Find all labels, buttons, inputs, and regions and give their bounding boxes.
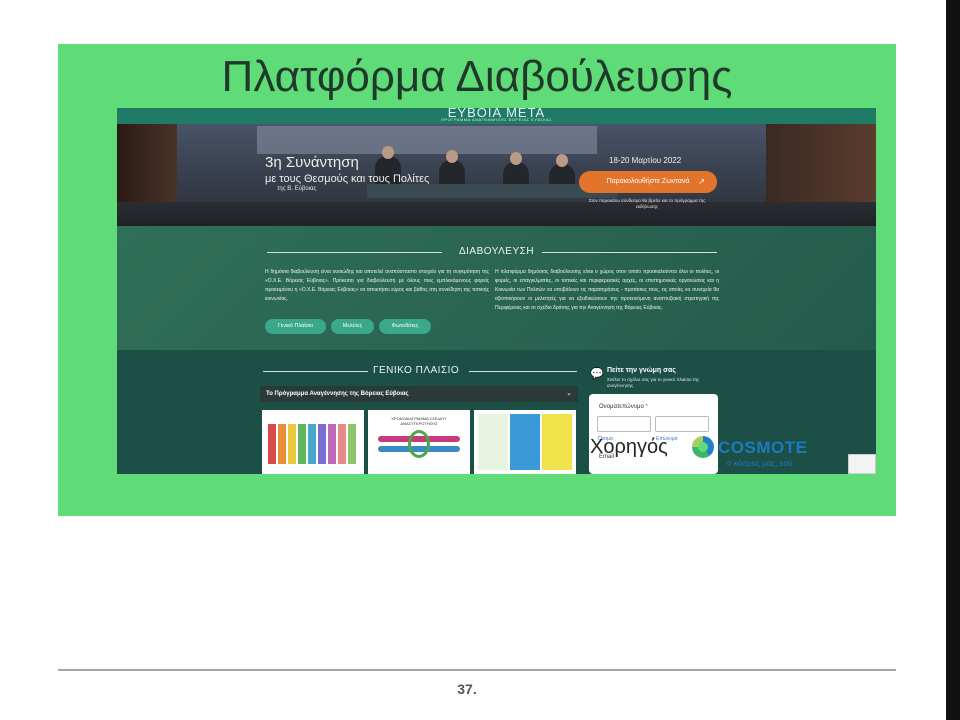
first-name-input[interactable]: [597, 416, 651, 432]
divider-line: [542, 252, 717, 253]
name-label: Ονοματεπώνυμο *: [599, 404, 648, 410]
hero-screen-bg: [257, 126, 597, 154]
thumb-bar: [348, 424, 356, 464]
sponsor-tagline: ο κόσμος μας, εσύ.: [727, 459, 795, 468]
hero-note: Στον παρακάτω σύνδεσμο θα βρείτε και το …: [588, 198, 706, 209]
thumb-bar: [298, 424, 306, 464]
document-thumbnail[interactable]: ΧΡΟΝΟΔΙΑΓΡΑΜΜΑ ΣΧΕΔΙΟΥ ΑΝΑΣΥΓΚΡΟΤΗΣΗΣ: [368, 410, 470, 474]
thumb-bar: [318, 424, 326, 464]
thumb-bar: [288, 424, 296, 464]
thumb-bar: [308, 424, 316, 464]
thumb-circle: [408, 430, 430, 458]
consultation-section: ΔΙΑΒΟΥΛΕΥΣΗ Η δημόσια διαβούλευση είναι …: [117, 226, 876, 350]
slide-page: Πλατφόρμα Διαβούλευσης ΕΥΒΟΙΑ ΜΕΤΑ ΠΡΟΓΡ…: [0, 0, 960, 720]
page-number: 37.: [457, 681, 477, 697]
opinion-form: Ονοματεπώνυμο * Όνομα Επώνυμο Email *: [589, 394, 718, 474]
document-thumbnail[interactable]: [262, 410, 364, 474]
hero-person-head: [382, 146, 394, 159]
window-edge-bar: [946, 0, 960, 720]
thumb-bar: [338, 424, 346, 464]
cosmote-logo-icon: [692, 436, 714, 458]
consultation-left-text: Η δημόσια διαβούλευση είναι ουσιώδης και…: [265, 269, 489, 302]
external-link-icon: ↗: [698, 177, 705, 186]
opinion-subtitle: Στείλτε το σχόλιο σας για το γενικό πλαί…: [607, 377, 700, 388]
hero-person-head: [446, 150, 458, 163]
studies-button[interactable]: Μελέτες: [331, 319, 374, 334]
sponsor-label: Χορηγός: [590, 436, 668, 458]
hero-audience: [117, 202, 876, 226]
chevron-down-icon: ⌄: [566, 390, 572, 397]
hero-subtitle-2: της Β. Εύβοιας: [277, 186, 317, 192]
thumb-bar: [278, 424, 286, 464]
hero-subtitle: με τους Θεσμούς και τους Πολίτες: [265, 173, 430, 185]
thumb-column: [542, 414, 572, 470]
website-screenshot: ΕΥΒΟΙΑ ΜΕΤΑ ΠΡΟΓΡΑΜΜΑ ΑΝΑΓΕΝΝΗΣΗΣ ΒΟΡΕΙΑ…: [117, 108, 876, 474]
thumb-bar: [268, 424, 276, 464]
site-logo-subtitle: ΠΡΟΓΡΑΜΜΑ ΑΝΑΓΕΝΝΗΣΗΣ ΒΟΡΕΙΑΣ ΕΥΒΟΙΑΣ: [441, 117, 552, 122]
consultation-right-text: Η πλατφόρμα δημόσιας διαβούλευσης είναι …: [495, 269, 719, 311]
divider-line: [469, 371, 577, 372]
footer-divider: [58, 669, 896, 671]
recaptcha-badge[interactable]: [848, 454, 876, 474]
document-thumbnail[interactable]: [474, 410, 576, 474]
hero-banner: 3η Συνάντηση με τους Θεσμούς και τους Πο…: [117, 124, 876, 226]
watch-live-label: Παρακολουθήστε Ζωντανά: [606, 178, 690, 185]
chat-icon: 💬: [590, 368, 604, 380]
hero-date: 18-20 Μαρτίου 2022: [609, 156, 682, 165]
thumb-column: [478, 414, 508, 470]
general-framework-title: ΓΕΝΙΚΟ ΠΛΑΙΣΙΟ: [373, 365, 460, 376]
photographers-button[interactable]: Φωτοδότες: [379, 319, 431, 334]
general-framework-button[interactable]: Γενικό Πλαίσιο: [265, 319, 326, 334]
watch-live-button[interactable]: Παρακολουθήστε Ζωντανά ↗: [579, 171, 717, 193]
thumb-column: [510, 414, 540, 470]
slide-title: Πλατφόρμα Διαβούλευσης: [221, 52, 733, 101]
opinion-title: Πείτε την γνώμη σας: [607, 367, 676, 374]
site-header: ΕΥΒΟΙΑ ΜΕΤΑ ΠΡΟΓΡΑΜΜΑ ΑΝΑΓΕΝΝΗΣΗΣ ΒΟΡΕΙΑ…: [117, 108, 876, 124]
program-accordion[interactable]: Το Πρόγραμμα Αναγέννησης της Βόρειας Εύβ…: [260, 386, 578, 402]
hero-person-head: [510, 152, 522, 165]
thumb-bar: [328, 424, 336, 464]
sponsor-name: COSMOTE: [718, 438, 808, 457]
hero-person-head: [556, 154, 568, 167]
thumb-caption: ΧΡΟΝΟΔΙΑΓΡΑΜΜΑ ΣΧΕΔΙΟΥ ΑΝΑΣΥΓΚΡΟΤΗΣΗΣ: [391, 416, 447, 426]
last-name-input[interactable]: [655, 416, 709, 432]
hero-title: 3η Συνάντηση: [265, 154, 359, 171]
divider-line: [263, 371, 368, 372]
site-logo[interactable]: ΕΥΒΟΙΑ ΜΕΤΑ: [117, 108, 876, 119]
consultation-title: ΔΙΑΒΟΥΛΕΥΣΗ: [458, 246, 535, 257]
accordion-label: Το Πρόγραμμα Αναγέννησης της Βόρειας Εύβ…: [266, 391, 409, 397]
